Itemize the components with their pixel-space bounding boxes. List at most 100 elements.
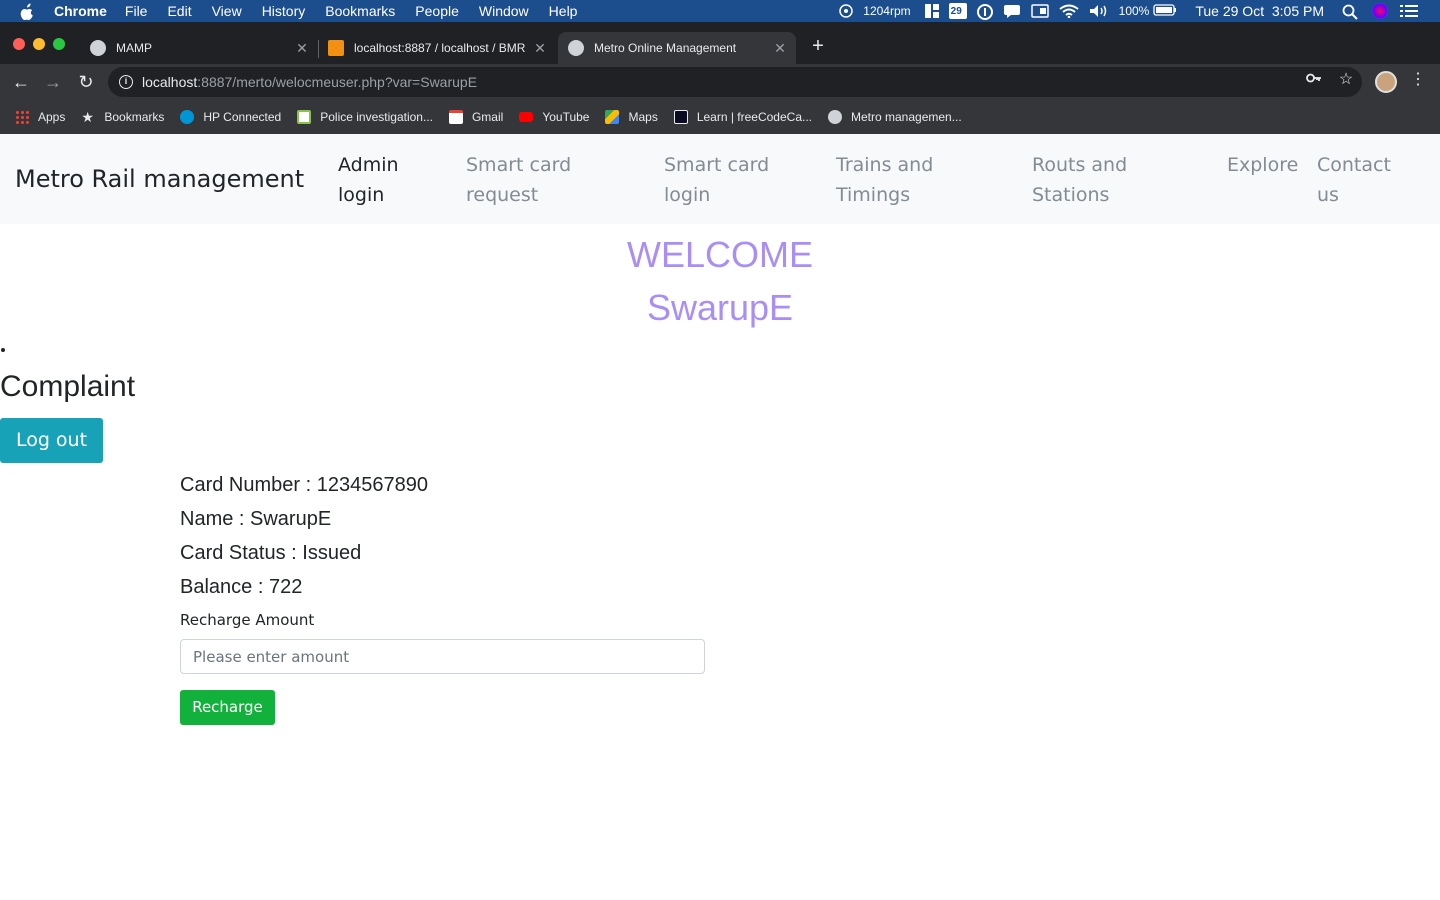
wifi-icon[interactable] — [1059, 4, 1079, 19]
grid-icon[interactable] — [924, 4, 939, 18]
police-icon — [297, 110, 312, 124]
minimize-window-button[interactable] — [33, 38, 45, 50]
reload-icon[interactable]: ↻ — [74, 70, 98, 94]
nav-label-line1: Smart card — [466, 154, 572, 176]
clock[interactable]: Tue 29 Oct 3:05 PM — [1195, 3, 1324, 19]
close-icon[interactable]: ✕ — [532, 40, 548, 57]
nav-smart-card-request[interactable]: Smart card request — [466, 150, 571, 210]
bookmark-maps[interactable]: Maps — [605, 110, 658, 124]
menu-people[interactable]: People — [415, 0, 459, 22]
menu-window[interactable]: Window — [479, 0, 529, 22]
nav-explore[interactable]: Explore — [1227, 150, 1298, 180]
new-tab-button[interactable]: + — [808, 34, 828, 58]
bookmark-label: Learn | freeCodeCa... — [696, 110, 812, 124]
onepassword-icon[interactable] — [976, 4, 993, 20]
site-brand[interactable]: Metro Rail management — [15, 165, 304, 193]
welcome-username: SwarupE — [646, 287, 794, 328]
bookmark-gmail[interactable]: Gmail — [448, 110, 504, 124]
star-icon[interactable]: ☆ — [1334, 69, 1358, 89]
nav-label-line1: Admin — [338, 154, 399, 176]
card-status: Card Status : Issued — [180, 542, 362, 564]
bookmark-label: Police investigation... — [320, 110, 433, 124]
back-icon[interactable]: ← — [9, 70, 33, 94]
volume-icon[interactable] — [1089, 4, 1109, 18]
nav-contact-us[interactable]: Contact us — [1317, 150, 1391, 210]
recharge-button[interactable]: Recharge — [180, 690, 275, 725]
bookmark-bookmarks[interactable]: ★ Bookmarks — [81, 110, 164, 124]
bookmark-youtube[interactable]: YouTube — [519, 110, 589, 124]
elephant-icon — [568, 40, 584, 56]
nav-admin-login[interactable]: Admin login — [338, 150, 399, 210]
nav-trains-and-timings[interactable]: Trains and Timings — [836, 150, 933, 210]
nav-label-line2: us — [1317, 184, 1339, 206]
tab-metro-online-management[interactable]: Metro Online Management ✕ — [558, 32, 796, 64]
card-holder-name: Name : SwarupE — [180, 508, 332, 530]
nav-label-line1: Routs and — [1032, 154, 1128, 176]
bookmark-metro-management[interactable]: Metro managemen... — [828, 110, 962, 124]
recharge-amount-input[interactable] — [180, 639, 705, 674]
menu-file[interactable]: File — [125, 0, 148, 22]
browser-toolbar: ← → ↻ i localhost:8887/merto/welocmeuser… — [0, 64, 1440, 100]
menu-bookmarks[interactable]: Bookmarks — [325, 0, 395, 22]
nav-label-line2: request — [466, 184, 539, 206]
battery-percent: 100% — [1118, 4, 1150, 18]
bookmark-hp-connected[interactable]: HP Connected — [180, 110, 281, 124]
forward-icon[interactable]: → — [41, 70, 65, 94]
bookmark-apps[interactable]: Apps — [15, 110, 65, 124]
close-window-button[interactable] — [13, 38, 25, 50]
hp-icon — [180, 110, 195, 124]
tab-title: Metro Online Management — [594, 41, 737, 55]
nav-label-line1: Smart card — [664, 154, 770, 176]
fan-icon[interactable] — [839, 4, 854, 18]
close-icon[interactable]: ✕ — [772, 40, 788, 57]
tab-phpmyadmin[interactable]: localhost:8887 / localhost / BMR ✕ — [318, 32, 556, 64]
list-icon[interactable] — [1400, 4, 1418, 18]
url-text: localhost:8887/merto/welocmeuser.php?var… — [142, 74, 477, 90]
apps-grid-icon — [15, 110, 29, 124]
nav-label-line2: login — [664, 184, 711, 206]
url-host: localhost — [142, 74, 198, 90]
tab-mamp[interactable]: MAMP ✕ — [80, 32, 318, 64]
menu-history[interactable]: History — [262, 0, 306, 22]
notification-icon[interactable] — [1003, 4, 1021, 18]
menu-view[interactable]: View — [212, 0, 242, 22]
menu-edit[interactable]: Edit — [167, 0, 191, 22]
menu-help[interactable]: Help — [549, 0, 578, 22]
card-number: Card Number : 1234567890 — [180, 474, 428, 496]
bookmarks-bar: Apps ★ Bookmarks HP Connected Police inv… — [0, 100, 1440, 134]
nav-routs-and-stations[interactable]: Routs and Stations — [1032, 150, 1127, 210]
phpmyadmin-icon — [328, 40, 344, 56]
siri-icon[interactable] — [1372, 3, 1388, 19]
bookmark-police[interactable]: Police investigation... — [297, 110, 433, 124]
browser-chrome: MAMP ✕ localhost:8887 / localhost / BMR … — [0, 22, 1440, 134]
nav-label-line1: Contact — [1317, 154, 1391, 176]
complaint-link[interactable]: Complaint — [0, 370, 135, 404]
nav-label-line2: Stations — [1032, 184, 1110, 206]
search-icon[interactable] — [1342, 4, 1358, 20]
maximize-window-button[interactable] — [53, 38, 65, 50]
address-bar[interactable]: i localhost:8887/merto/welocmeuser.php?v… — [108, 67, 1362, 97]
menu-app-chrome[interactable]: Chrome — [54, 0, 107, 22]
tab-title: MAMP — [116, 41, 152, 55]
url-path: :8887/merto/welocmeuser.php?var=SwarupE — [197, 74, 478, 90]
display-icon[interactable] — [1030, 4, 1049, 18]
nav-label-line2: Timings — [836, 184, 911, 206]
logout-button[interactable]: Log out — [0, 418, 103, 463]
bookmark-label: Gmail — [471, 110, 504, 124]
elephant-icon — [90, 40, 106, 56]
calendar-icon[interactable]: 29 — [948, 3, 967, 19]
close-icon[interactable]: ✕ — [294, 40, 310, 57]
bookmark-freecodecamp[interactable]: Learn | freeCodeCa... — [673, 110, 812, 124]
battery-icon[interactable] — [1153, 4, 1177, 18]
bookmark-label: YouTube — [542, 110, 590, 124]
freecodecamp-icon — [673, 110, 688, 124]
nav-smart-card-login[interactable]: Smart card login — [664, 150, 769, 210]
info-icon[interactable]: i — [119, 75, 133, 89]
elephant-icon — [828, 110, 842, 124]
more-icon[interactable]: ⋮ — [1406, 69, 1430, 89]
key-icon[interactable] — [1302, 70, 1326, 91]
bookmark-label: Maps — [628, 110, 658, 124]
apple-icon[interactable] — [19, 3, 37, 21]
avatar[interactable] — [1375, 71, 1397, 93]
card-balance: Balance : 722 — [180, 576, 303, 598]
